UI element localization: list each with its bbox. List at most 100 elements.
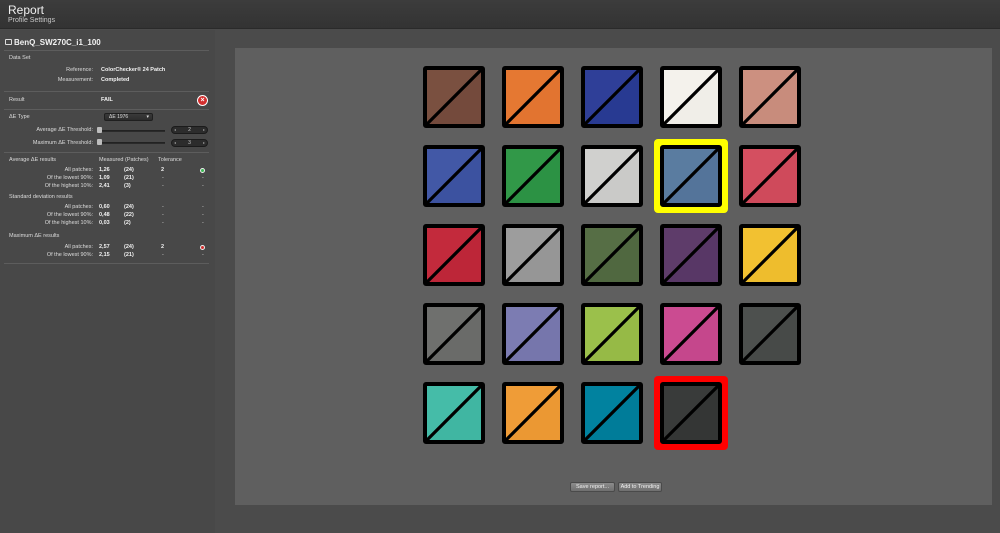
std-results-header: Standard deviation results [9, 194, 73, 200]
avg-row-label: Of the highest 10%: [44, 183, 93, 189]
color-patch[interactable] [502, 224, 564, 286]
title-bar: Report Profile Settings [0, 0, 1000, 29]
color-patch[interactable] [739, 145, 801, 207]
color-patch[interactable] [660, 303, 722, 365]
measured-header: Measured (Patches) [99, 157, 149, 163]
measurement-value: Completed [101, 77, 130, 83]
reference-value: ColorChecker® 24 Patch [101, 67, 166, 73]
window-title: Report [8, 3, 45, 17]
color-patch[interactable] [660, 145, 722, 207]
color-patch[interactable] [581, 145, 643, 207]
tolerance-header: Tolerance [158, 157, 182, 163]
avg-row-measured: 1,09 [99, 175, 110, 181]
divider [4, 50, 209, 51]
max-row-measured: 2,57 [99, 244, 110, 250]
max-threshold-stepper[interactable]: ◂ 3 ▸ [171, 139, 208, 147]
max-row-patches: (24) [124, 244, 134, 250]
max-row-patches: (21) [124, 252, 134, 258]
result-value: FAIL [101, 97, 113, 103]
device-header[interactable]: BenQ_SW270C_i1_100 [5, 38, 101, 47]
window-subtitle: Profile Settings [8, 17, 56, 24]
max-row-tolerance: - [162, 252, 164, 258]
std-row-patches: (24) [124, 204, 134, 210]
avg-row-measured: 2,41 [99, 183, 110, 189]
patch-grid-panel: Save report... Add to Trending [235, 48, 992, 505]
std-row-tolerance: - [162, 220, 164, 226]
color-patch[interactable] [502, 145, 564, 207]
increment-icon[interactable]: ▸ [203, 127, 205, 133]
color-patch[interactable] [423, 303, 485, 365]
fail-icon: × [197, 95, 208, 106]
settings-panel: BenQ_SW270C_i1_100 Data Set Reference: C… [0, 30, 215, 533]
std-row-measured: 0,48 [99, 212, 110, 218]
color-patch[interactable] [739, 224, 801, 286]
divider [4, 109, 209, 110]
add-to-trending-button[interactable]: Add to Trending [618, 482, 662, 492]
color-patch[interactable] [423, 382, 485, 444]
color-patch[interactable] [739, 66, 801, 128]
decrement-icon[interactable]: ◂ [174, 127, 176, 133]
save-report-button[interactable]: Save report... [570, 482, 615, 492]
color-patch[interactable] [581, 382, 643, 444]
avg-threshold-label: Average ΔE Threshold: [36, 127, 93, 133]
max-threshold-slider-thumb[interactable] [97, 139, 102, 145]
avg-threshold-value: 2 [188, 127, 191, 133]
color-patch[interactable] [660, 66, 722, 128]
color-patch[interactable] [581, 303, 643, 365]
avg-threshold-slider-thumb[interactable] [97, 127, 102, 133]
std-row-tolerance: - [162, 212, 164, 218]
color-patch[interactable] [502, 382, 564, 444]
max-threshold-label: Maximum ΔE Threshold: [32, 140, 93, 146]
divider [4, 91, 209, 92]
color-patch[interactable] [423, 224, 485, 286]
color-patch[interactable] [660, 382, 722, 444]
avg-row-tolerance: - [162, 183, 164, 189]
std-row-patches: (22) [124, 212, 134, 218]
avg-row-label: Of the lowest 90%: [46, 175, 93, 181]
delta-e-type-value: ΔE 1976 [109, 114, 129, 120]
color-patch[interactable] [423, 66, 485, 128]
max-threshold-value: 3 [188, 140, 191, 146]
avg-row-status: - [202, 175, 204, 181]
avg-row-patches: (24) [124, 167, 134, 173]
measurement-label: Measurement: [57, 77, 93, 83]
color-patch[interactable] [423, 145, 485, 207]
std-row-label: Of the lowest 90%: [46, 212, 93, 218]
max-row-measured: 2,15 [99, 252, 110, 258]
max-row-status: - [202, 252, 204, 258]
avg-row-patches: (21) [124, 175, 134, 181]
color-patch[interactable] [739, 303, 801, 365]
std-row-status: - [202, 220, 204, 226]
avg-row-patches: (3) [124, 183, 131, 189]
delta-e-type-select[interactable]: ΔE 1976 ▾ [104, 113, 153, 121]
std-row-label: All patches: [64, 204, 93, 210]
avg-row-tolerance: 2 [161, 167, 165, 173]
pass-icon [200, 168, 205, 173]
color-patch[interactable] [660, 224, 722, 286]
avg-threshold-slider[interactable] [98, 130, 165, 132]
reference-label: Reference: [66, 67, 93, 73]
avg-row-status: - [202, 183, 204, 189]
std-row-label: Of the highest 10%: [44, 220, 93, 226]
increment-icon[interactable]: ▸ [203, 140, 205, 146]
color-patch[interactable] [581, 66, 643, 128]
avg-row-label: All patches: [64, 167, 93, 173]
std-row-patches: (2) [124, 220, 131, 226]
fail-dot-icon [200, 245, 205, 250]
avg-row-measured: 1,26 [99, 167, 110, 173]
avg-row-tolerance: - [162, 175, 164, 181]
color-patch[interactable] [502, 66, 564, 128]
color-patch[interactable] [502, 303, 564, 365]
std-row-status: - [202, 204, 204, 210]
std-row-status: - [202, 212, 204, 218]
color-patch[interactable] [581, 224, 643, 286]
max-row-tolerance: 2 [161, 244, 165, 250]
divider [4, 263, 209, 264]
std-row-measured: 0,60 [99, 204, 110, 210]
dataset-header: Data Set [9, 55, 31, 61]
max-threshold-slider[interactable] [98, 142, 165, 144]
avg-threshold-stepper[interactable]: ◂ 2 ▸ [171, 126, 208, 134]
std-row-measured: 0,03 [99, 220, 110, 226]
chevron-down-icon: ▾ [146, 114, 149, 120]
decrement-icon[interactable]: ◂ [174, 140, 176, 146]
